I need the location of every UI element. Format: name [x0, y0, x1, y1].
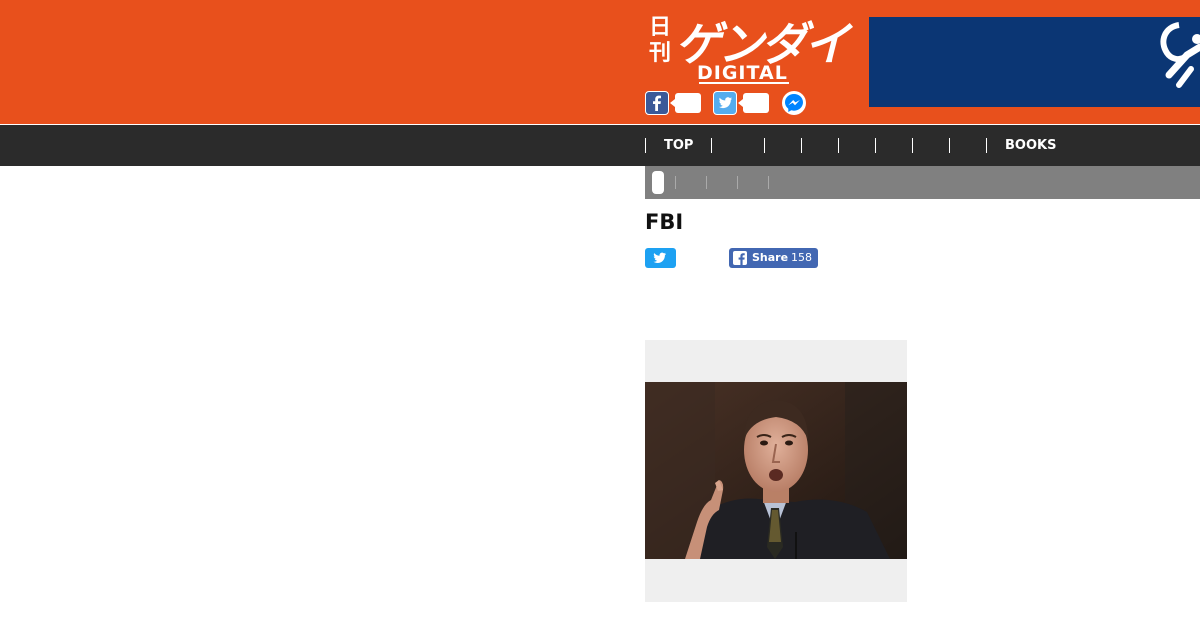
twitter-icon	[653, 252, 666, 263]
nav-item-books[interactable]: BOOKS	[1005, 125, 1056, 166]
nav-separator	[875, 138, 876, 153]
nav-separator	[838, 138, 839, 153]
site-header: 日刊 ゲンダイ DIGITAL	[0, 0, 1200, 124]
nav-separator	[764, 138, 765, 153]
header-ad-banner[interactable]	[869, 17, 1200, 107]
nav-item-top[interactable]: TOP	[664, 125, 693, 166]
nav-item-6[interactable]	[880, 125, 910, 166]
article-title: FBI	[645, 210, 684, 234]
nav-item-8[interactable]	[954, 125, 984, 166]
breadcrumb-separator	[706, 176, 707, 189]
logo-underline	[699, 82, 789, 84]
nav-separator	[645, 138, 646, 153]
messenger-icon[interactable]	[782, 91, 806, 115]
article-photo[interactable]	[645, 382, 907, 559]
logo-kanji: 日刊	[649, 14, 672, 66]
nav-separator	[912, 138, 913, 153]
nav-separator	[986, 138, 987, 153]
twitter-count-bubble	[738, 93, 769, 113]
nav-item-2[interactable]	[720, 125, 760, 166]
nav-separator	[801, 138, 802, 153]
nav-separator	[711, 138, 712, 153]
share-count: 158	[791, 251, 812, 264]
twitter-icon[interactable]	[713, 91, 737, 115]
share-label: Share	[752, 251, 789, 264]
facebook-icon	[733, 251, 747, 265]
tweet-button[interactable]	[645, 248, 676, 268]
breadcrumb-home[interactable]	[652, 171, 664, 194]
ad-figure-icon	[1160, 22, 1200, 88]
facebook-share-button[interactable]: Share 158	[729, 248, 818, 268]
logo-sub-text: DIGITAL	[697, 62, 788, 84]
breadcrumb-separator	[768, 176, 769, 189]
nav-separator	[949, 138, 950, 153]
nav-item-7[interactable]	[917, 125, 947, 166]
nav-item-3[interactable]	[770, 125, 800, 166]
nav-item-4[interactable]	[806, 125, 836, 166]
breadcrumb-separator	[675, 176, 676, 189]
article-photo-frame	[645, 340, 907, 602]
facebook-count-bubble	[670, 93, 701, 113]
site-logo[interactable]: 日刊 ゲンダイ DIGITAL	[645, 10, 850, 86]
breadcrumb	[645, 166, 1200, 199]
nav-item-5[interactable]	[843, 125, 873, 166]
main-nav: TOP BOOKS	[0, 125, 1200, 166]
breadcrumb-separator	[737, 176, 738, 189]
facebook-icon[interactable]	[645, 91, 669, 115]
